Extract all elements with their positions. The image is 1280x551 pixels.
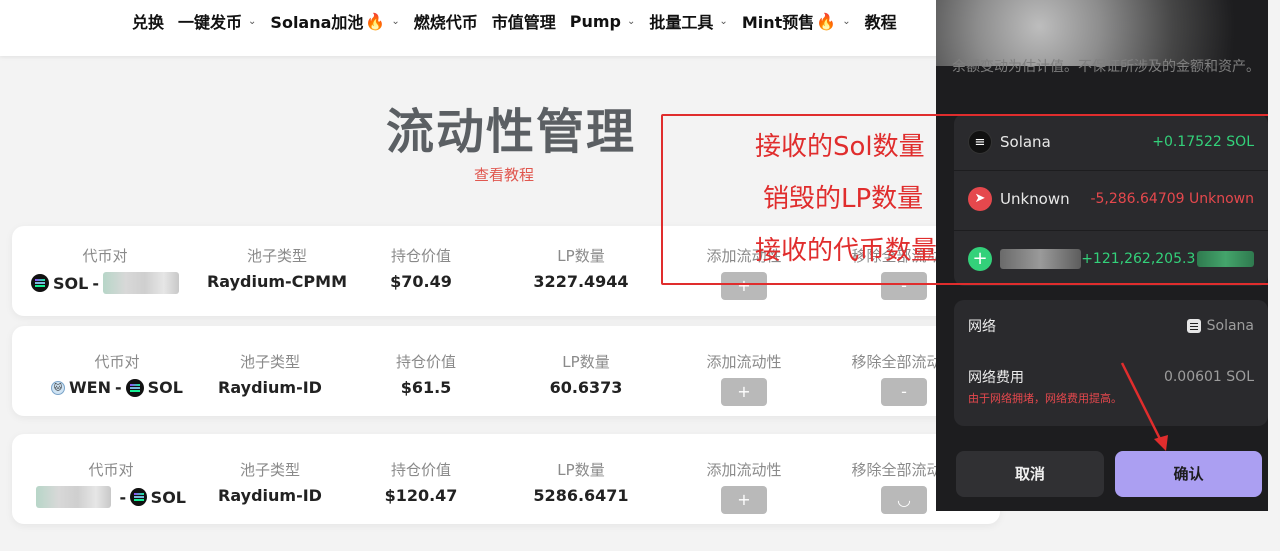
tutorial-link[interactable]: 查看教程 [474,164,534,185]
nav-item-market-cap[interactable]: 市值管理 [492,9,556,33]
lp-label: LP数量 [562,353,610,371]
add-column: 添加流动性 + [684,459,804,514]
blurred-amount [1197,250,1254,267]
add-column: 添加流动性 + [684,351,804,406]
remove-liquidity-button-loading[interactable]: ◡ [881,486,927,514]
add-label: 添加流动性 [706,353,782,371]
pool-type-column: 池子类型 Raydium-CPMM [202,245,352,291]
cancel-button[interactable]: 取消 [956,451,1104,497]
pool-type-column: 池子类型 Raydium-ID [210,351,330,397]
token-amount: +0.17522 SOL [1152,134,1254,150]
fee-warning: 由于网络拥堵，网络费用提高。 [968,392,1122,405]
value-label: 持仓价值 [395,353,456,371]
pool-type-label: 池子类型 [239,461,300,479]
balance-change-row: ➤ Unknown -5,286.64709 Unknown [954,170,1268,226]
solana-logo-icon [125,378,144,397]
lp-amount: 3227.4944 [533,272,629,291]
pair-column: 代币对 SOL - [30,245,180,294]
confirm-button[interactable]: 确认 [1115,451,1262,497]
pair-label: 代币对 [82,247,128,265]
nav-item-mint-presale[interactable]: Mint预售 🔥 ⌄ [742,9,851,33]
position-value: $120.47 [384,486,458,505]
annotation-burn-lp: 销毁的LP数量 [763,184,924,214]
pool-card: 代币对 🐱 WEN - SOL 池子类型 Raydium-ID 持仓价值 $61.… [12,326,1000,416]
position-value: $70.49 [390,272,452,291]
pair-column: 代币对 🐱 WEN - SOL [42,351,192,397]
pool-type-label: 池子类型 [246,247,307,265]
add-liquidity-button[interactable]: + [721,486,767,514]
solana-icon: ≡ [968,130,992,154]
blurred-token-name [102,272,179,294]
nav-item-create-token[interactable]: 一键发币 ⌄ [178,9,256,33]
send-icon: ➤ [968,186,992,211]
value-column: 持仓价值 $61.5 [366,351,486,397]
remove-liquidity-button[interactable]: - [881,272,927,300]
pair-value: - SOL [36,486,186,508]
redacted-scribble [936,0,1280,66]
remove-liquidity-button[interactable]: - [881,378,927,406]
balance-warning: 余额变动为估计值。不保证所涉及的金额和资产。 [952,59,1260,75]
nav-item-burn-token[interactable]: 燃烧代币 [414,9,478,33]
pool-type-value: Raydium-ID [218,486,322,505]
lp-label: LP数量 [557,247,605,265]
pair-column: 代币对 - SOL [36,459,186,508]
token-amount: +121,262,205.3 [1081,250,1196,267]
solana-logo-icon [130,488,147,506]
nav-item-pump[interactable]: Pump ⌄ [570,12,636,31]
add-liquidity-button[interactable]: + [721,272,767,300]
lp-amount: 5286.6471 [533,486,629,505]
lp-column: LP数量 5286.6471 [516,459,646,505]
blurred-token-name [36,486,112,508]
solana-network-icon [1186,319,1201,333]
pool-type-label: 池子类型 [239,353,300,371]
token-amount: -5,286.64709 Unknown [1090,190,1254,207]
pair-label: 代币对 [88,461,134,479]
value-column: 持仓价值 $120.47 [356,459,486,505]
page-title: 流动性管理 [386,104,637,160]
chevron-down-icon: ⌄ [248,15,257,27]
pool-type-column: 池子类型 Raydium-ID [210,459,330,505]
pool-card: 代币对 - SOL 池子类型 Raydium-ID 持仓价值 $120.47 L… [12,434,1000,524]
blurred-token-name [1000,248,1082,269]
pair-value: 🐱 WEN - SOL [42,378,192,397]
position-value: $61.5 [400,378,452,397]
chevron-down-icon: ⌄ [842,15,851,27]
page-scrollbar[interactable] [1268,0,1280,551]
nav-item-swap[interactable]: 兑换 [132,9,164,33]
lp-amount: 60.6373 [549,378,623,397]
annotation-arrow-icon [1120,362,1168,451]
balance-change-row: + +121,262,205.3 [954,230,1268,286]
solana-logo-icon [31,274,50,292]
value-column: 持仓价值 $70.49 [356,245,486,291]
annotation-receive-sol: 接收的Sol数量 [755,132,925,162]
lp-label: LP数量 [557,461,605,479]
lp-column: LP数量 3227.4944 [516,245,646,291]
nav-menu: 兑换 一键发币 ⌄ Solana加池 🔥 ⌄ 燃烧代币 市值管理 Pump ⌄ 批量工具… [132,0,897,42]
network-row: 网络 Solana [968,318,1254,335]
token-name: Solana [1000,133,1051,151]
chevron-down-icon: ⌄ [391,15,400,27]
pair-value: SOL - [30,272,180,294]
pool-type-value: Raydium-ID [218,378,322,397]
pool-type-value: Raydium-CPMM [206,272,347,291]
plus-icon: + [968,246,992,271]
annotation-receive-token: 接收的代币数量 [755,236,938,266]
add-liquidity-button[interactable]: + [721,378,767,406]
lp-column: LP数量 60.6373 [526,351,646,397]
nav-item-solana-pool[interactable]: Solana加池 🔥 ⌄ [270,9,399,33]
add-label: 添加流动性 [706,461,782,479]
token-name: Unknown [1000,189,1070,208]
fire-icon: 🔥 [816,11,837,31]
value-label: 持仓价值 [390,247,451,265]
fire-icon: 🔥 [365,11,386,31]
balance-change-row: ≡ Solana +0.17522 SOL [954,114,1268,170]
balance-changes-panel: ≡ Solana +0.17522 SOL ➤ Unknown -5,286.6… [954,114,1268,286]
nav-item-batch-tools[interactable]: 批量工具 ⌄ [649,9,727,33]
nav-item-tutorial[interactable]: 教程 [865,9,897,33]
wen-logo-icon: 🐱 [51,380,66,395]
chevron-down-icon: ⌄ [719,15,728,27]
value-label: 持仓价值 [390,461,451,479]
chevron-down-icon: ⌄ [627,15,636,27]
pair-label: 代币对 [94,353,140,371]
